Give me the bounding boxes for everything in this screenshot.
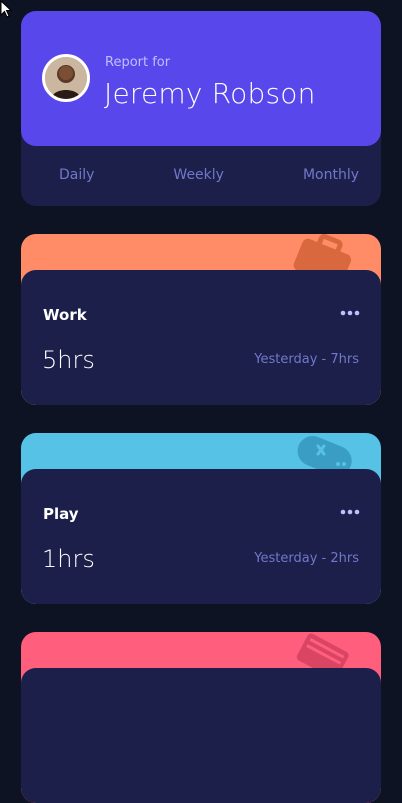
profile-header: Report for Jeremy Robson <box>21 11 381 146</box>
book-icon <box>296 633 349 672</box>
activity-title: Play <box>43 505 79 523</box>
mouse-cursor-icon <box>0 0 13 18</box>
person-avatar-icon <box>45 57 87 99</box>
current-hours: 5hrs <box>42 346 95 374</box>
activity-panel <box>21 668 381 803</box>
previous-hours: Yesterday - 7hrs <box>254 352 359 367</box>
profile-card: Report for Jeremy Robson Daily Weekly Mo… <box>21 11 381 206</box>
tab-monthly[interactable]: Monthly <box>303 167 359 183</box>
current-hours: 1hrs <box>42 545 95 573</box>
avatar <box>42 54 90 102</box>
dashboard: Report for Jeremy Robson Daily Weekly Mo… <box>21 11 381 803</box>
tab-weekly[interactable]: Weekly <box>173 167 224 183</box>
user-name: Jeremy Robson <box>104 77 316 110</box>
activity-card-play: Play 1hrs Yesterday - 2hrs <box>21 433 381 604</box>
period-tabs: Daily Weekly Monthly <box>21 167 381 183</box>
report-for-label: Report for <box>105 55 171 70</box>
gamepad-icon <box>297 436 352 473</box>
activity-panel: Work 5hrs Yesterday - 7hrs <box>21 270 381 405</box>
activity-title: Work <box>43 306 87 324</box>
activity-card-work: Work 5hrs Yesterday - 7hrs <box>21 234 381 405</box>
more-options-icon[interactable] <box>339 505 361 519</box>
briefcase-icon <box>293 234 352 274</box>
more-options-icon[interactable] <box>339 306 361 320</box>
tab-daily[interactable]: Daily <box>59 167 94 183</box>
previous-hours: Yesterday - 2hrs <box>254 551 359 566</box>
activity-panel: Play 1hrs Yesterday - 2hrs <box>21 469 381 604</box>
activity-card-third <box>21 632 381 803</box>
